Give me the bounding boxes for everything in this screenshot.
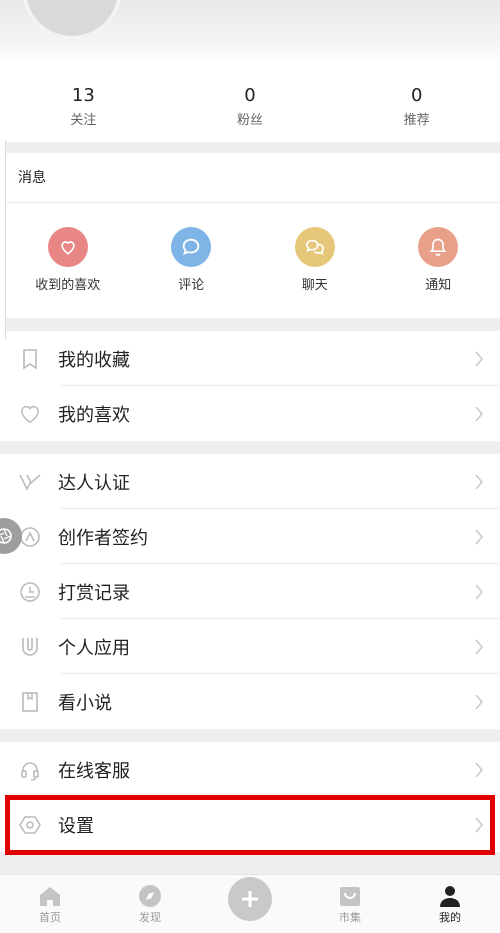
menu-item-label: 在线客服 bbox=[58, 760, 130, 782]
menu-item-label: 我的收藏 bbox=[58, 349, 130, 371]
stat-following[interactable]: 13 关注 bbox=[0, 84, 167, 130]
bottom-tab-bar: 首页 发现 市集 我的 bbox=[0, 874, 500, 933]
stat-fans[interactable]: 0 粉丝 bbox=[167, 84, 334, 130]
stat-following-count: 13 bbox=[71, 85, 95, 106]
tab-discover-label: 发现 bbox=[139, 911, 161, 924]
msg-comments[interactable]: 评论 bbox=[130, 227, 254, 295]
menu-item-label: 创作者签约 bbox=[58, 527, 148, 549]
profile-header: 13 关注 0 粉丝 0 推荐 bbox=[0, 0, 500, 142]
comment-icon bbox=[171, 227, 212, 267]
stat-fans-count: 0 bbox=[244, 85, 256, 106]
shopping-bag-icon bbox=[300, 883, 400, 909]
menu-item-my-likes[interactable]: 我的喜欢 bbox=[0, 386, 500, 441]
plus-icon bbox=[228, 877, 272, 921]
menu-item-expert-verification[interactable]: 达人认证 bbox=[0, 454, 500, 509]
bell-icon bbox=[418, 227, 459, 267]
tab-market[interactable]: 市集 bbox=[300, 875, 400, 933]
tab-discover[interactable]: 发现 bbox=[100, 875, 200, 933]
msg-likes-received[interactable]: 收到的喜欢 bbox=[6, 227, 130, 295]
menu-item-reward-history[interactable]: 打赏记录 bbox=[0, 564, 500, 619]
bookmark-icon bbox=[18, 347, 42, 371]
tab-publish[interactable] bbox=[200, 875, 300, 933]
compass-icon bbox=[100, 883, 200, 909]
settings-highlight-box bbox=[5, 795, 495, 855]
menu-item-personal-apps[interactable]: 个人应用 bbox=[0, 619, 500, 674]
msg-likes-label: 收到的喜欢 bbox=[35, 278, 101, 293]
menu-item-my-collections[interactable]: 我的收藏 bbox=[0, 331, 500, 386]
chevron-right-icon bbox=[474, 350, 484, 372]
stat-recommend-label: 推荐 bbox=[403, 113, 430, 128]
menu-item-creator-contract[interactable]: 创作者签约 bbox=[0, 509, 500, 564]
chevron-right-icon bbox=[474, 528, 484, 550]
menu-group-features: 达人认证 创作者签约 打赏记录 个人应用 看小说 bbox=[0, 454, 500, 729]
headset-icon bbox=[18, 758, 42, 782]
msg-chat-label: 聊天 bbox=[301, 278, 328, 293]
msg-chat[interactable]: 聊天 bbox=[253, 227, 377, 295]
tab-market-label: 市集 bbox=[339, 911, 361, 924]
side-drawer-handle[interactable] bbox=[0, 140, 6, 340]
reward-clock-icon bbox=[18, 580, 42, 604]
home-icon bbox=[0, 883, 100, 909]
chevron-right-icon bbox=[474, 405, 484, 427]
tab-me[interactable]: 我的 bbox=[400, 875, 500, 933]
aperture-icon bbox=[0, 528, 12, 544]
tab-me-label: 我的 bbox=[439, 911, 461, 924]
chevron-right-icon bbox=[474, 693, 484, 715]
v-badge-icon bbox=[18, 470, 42, 494]
messages-card: 消息 收到的喜欢 评论 聊天 通知 bbox=[6, 153, 500, 318]
msg-notifications[interactable]: 通知 bbox=[377, 227, 500, 295]
menu-item-label: 看小说 bbox=[58, 692, 112, 714]
menu-item-label: 个人应用 bbox=[58, 637, 130, 659]
u-app-icon bbox=[18, 635, 42, 659]
user-icon bbox=[400, 883, 500, 909]
chevron-right-icon bbox=[474, 473, 484, 495]
menu-item-read-novels[interactable]: 看小说 bbox=[0, 674, 500, 729]
stats-bar: 13 关注 0 粉丝 0 推荐 bbox=[0, 84, 500, 130]
tab-home[interactable]: 首页 bbox=[0, 875, 100, 933]
messages-title: 消息 bbox=[6, 153, 500, 203]
menu-item-online-service[interactable]: 在线客服 bbox=[0, 742, 500, 797]
menu-item-label: 达人认证 bbox=[58, 472, 130, 494]
stat-fans-label: 粉丝 bbox=[237, 113, 264, 128]
msg-comments-label: 评论 bbox=[178, 278, 205, 293]
heart-outline-icon bbox=[18, 402, 42, 426]
menu-group-collections: 我的收藏 我的喜欢 bbox=[0, 331, 500, 441]
chevron-right-icon bbox=[474, 583, 484, 605]
chevron-right-icon bbox=[474, 761, 484, 783]
tab-home-label: 首页 bbox=[39, 911, 61, 924]
stat-recommend[interactable]: 0 推荐 bbox=[333, 84, 500, 130]
chevron-right-icon bbox=[474, 638, 484, 660]
menu-item-label: 我的喜欢 bbox=[58, 404, 130, 426]
book-icon bbox=[18, 690, 42, 714]
msg-notifications-label: 通知 bbox=[425, 278, 452, 293]
stat-recommend-count: 0 bbox=[410, 85, 423, 106]
chat-icon bbox=[294, 227, 335, 267]
stat-following-label: 关注 bbox=[70, 113, 97, 128]
menu-item-label: 打赏记录 bbox=[58, 582, 130, 604]
heart-icon bbox=[47, 227, 88, 267]
